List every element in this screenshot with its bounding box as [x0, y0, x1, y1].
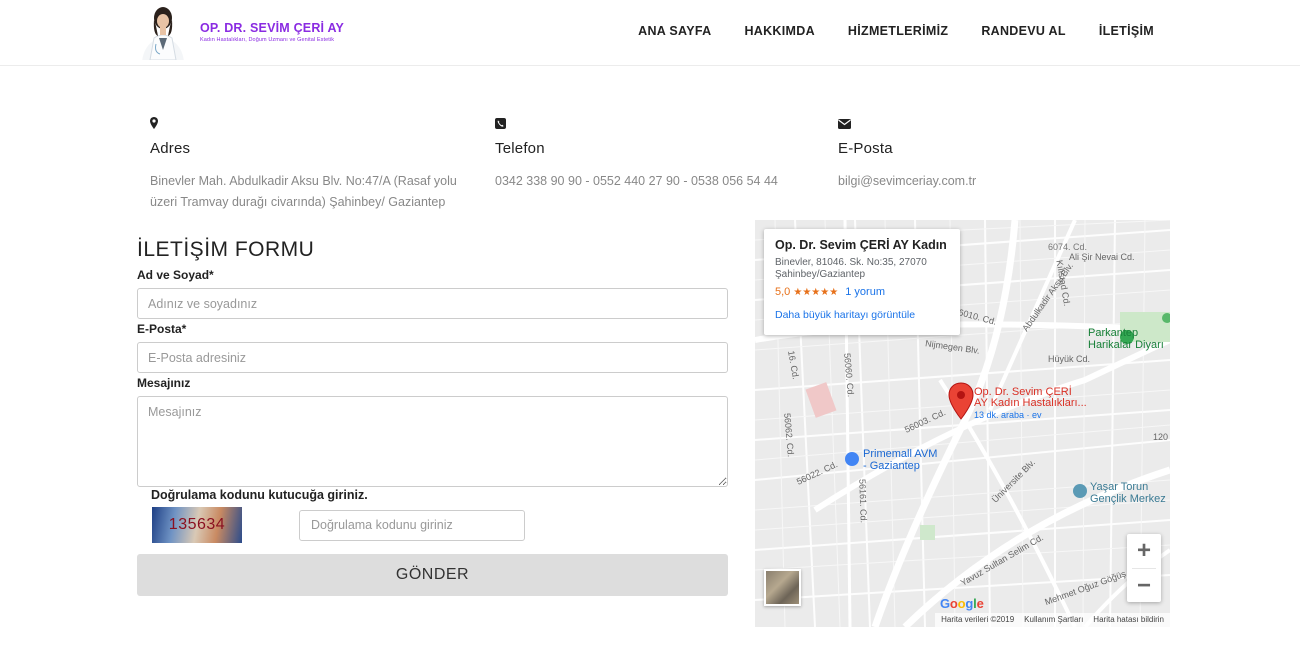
message-label: Mesajınız [137, 376, 191, 390]
pin-label[interactable]: Op. Dr. Sevim ÇERİ AY Kadın Hastalıkları… [974, 387, 1087, 409]
zoom-control: + − [1127, 534, 1161, 602]
map-attribution: Harita verileri ©2019 Kullanım Şartları … [935, 613, 1170, 627]
nav-appointment[interactable]: RANDEVU AL [981, 24, 1065, 38]
street-label: 6074. Cd. [1048, 242, 1088, 252]
name-label: Ad ve Soyad* [137, 268, 214, 282]
submit-button[interactable]: GÖNDER [137, 554, 728, 596]
doctor-photo [140, 4, 186, 60]
logo-name: OP. DR. SEVİM ÇERİ AY [200, 21, 345, 35]
logo[interactable]: OP. DR. SEVİM ÇERİ AY Kadın Hastalıkları… [140, 4, 344, 60]
google-logo: Google [940, 596, 984, 611]
phone-icon [495, 116, 825, 130]
email-input[interactable] [137, 342, 728, 373]
poi-youth-center[interactable]: Yaşar Torun Gençlik Merkez [1090, 481, 1166, 505]
poi-park-line-2: Harikalar Diyarı [1088, 339, 1164, 351]
pin-label-line-2: AY Kadın Hastalıkları... [974, 397, 1087, 409]
address-text: Binevler Mah. Abdulkadir Aksu Blv. No:47… [150, 174, 457, 209]
larger-map-link[interactable]: Daha büyük haritayı görüntüle [775, 309, 949, 321]
report-error-link[interactable]: Harita hatası bildirin [1093, 615, 1164, 625]
map-data-credit: Harita verileri ©2019 [941, 615, 1015, 624]
map-marker-icon [150, 116, 480, 130]
zoom-in-button[interactable]: + [1127, 534, 1161, 568]
poi-youth-line-1: Yaşar Torun [1090, 481, 1149, 493]
reviews-link[interactable]: 1 yorum [845, 286, 885, 298]
satellite-toggle[interactable] [764, 569, 801, 606]
captcha-label: Doğrulama kodunu kutucuğa giriniz. [151, 488, 368, 502]
main-nav: ANA SAYFA HAKKIMDA HİZMETLERİMİZ RANDEVU… [638, 24, 1154, 38]
poi-mall[interactable]: Primemall AVM - Gaziantep [863, 448, 937, 472]
nav-about[interactable]: HAKKIMDA [744, 24, 814, 38]
email-block: E-Posta bilgi@sevimceriay.com.tr [838, 116, 1168, 192]
name-input[interactable] [137, 288, 728, 319]
poi-mall-line-2: - Gaziantep [863, 460, 920, 472]
site-header: OP. DR. SEVİM ÇERİ AY Kadın Hastalıkları… [0, 0, 1300, 66]
contact-form: İLETİŞİM FORMU Ad ve Soyad* E-Posta* Mes… [137, 238, 729, 596]
poi-mall-line-1: Primemall AVM [863, 448, 938, 460]
street-label: Ali Şir Nevai Cd. [1069, 252, 1135, 262]
street-label: 120 [1153, 432, 1169, 442]
email-text[interactable]: bilgi@sevimceriay.com.tr [838, 171, 1168, 192]
captcha-code: 135634 [168, 516, 226, 533]
poi-park-line-1: Parkantep [1088, 327, 1139, 339]
phone-block: Telefon 0342 338 90 90 - 0552 440 27 90 … [495, 116, 825, 192]
email-label: E-Posta* [137, 322, 187, 336]
captcha-input[interactable] [299, 509, 525, 541]
place-address-line-1: Binevler, 81046. Sk. No:35, 27070 [775, 257, 927, 268]
poi-park[interactable]: Parkantep Harikalar Diyarı [1088, 327, 1164, 351]
nav-home[interactable]: ANA SAYFA [638, 24, 711, 38]
poi-youth-line-2: Gençlik Merkez [1090, 493, 1166, 505]
place-rating: 5,0 ★★★★★ 1 yorum [775, 286, 949, 298]
envelope-icon [838, 116, 1168, 130]
rating-score: 5,0 [775, 286, 791, 298]
street-label: 56161. Cd. [857, 478, 869, 524]
nav-services[interactable]: HİZMETLERİMİZ [848, 24, 948, 38]
map-info-card: Op. Dr. Sevim ÇERİ AY Kadın H... Binevle… [764, 229, 960, 335]
email-title: E-Posta [838, 140, 893, 157]
phone-text[interactable]: 0342 338 90 90 - 0552 440 27 90 - 0538 0… [495, 171, 825, 192]
phone-title: Telefon [495, 140, 545, 157]
form-title: İLETİŞİM FORMU [137, 238, 315, 261]
terms-link[interactable]: Kullanım Şartları [1024, 615, 1083, 625]
address-block: Adres Binevler Mah. Abdulkadir Aksu Blv.… [150, 116, 480, 213]
place-address-line-2: Şahinbey/Gaziantep [775, 269, 866, 280]
street-label: Hüyük Cd. [1048, 354, 1091, 364]
place-title: Op. Dr. Sevim ÇERİ AY Kadın H... [775, 238, 949, 252]
zoom-out-button[interactable]: − [1127, 569, 1161, 603]
pin-sublabel: 13 dk. araba · ev [974, 410, 1042, 420]
message-textarea[interactable] [137, 396, 728, 487]
nav-contact[interactable]: İLETİŞİM [1099, 24, 1154, 38]
google-map[interactable]: 6074. Cd. Ali Şir Nevai Cd. Abdulkadir A… [755, 220, 1170, 627]
captcha-image: 135634 [152, 507, 242, 543]
star-rating-icon: ★★★★★ [793, 287, 839, 298]
logo-subtitle: Kadın Hastalıkları, Doğum Uzmanı ve Geni… [200, 37, 335, 43]
address-title: Adres [150, 140, 191, 157]
